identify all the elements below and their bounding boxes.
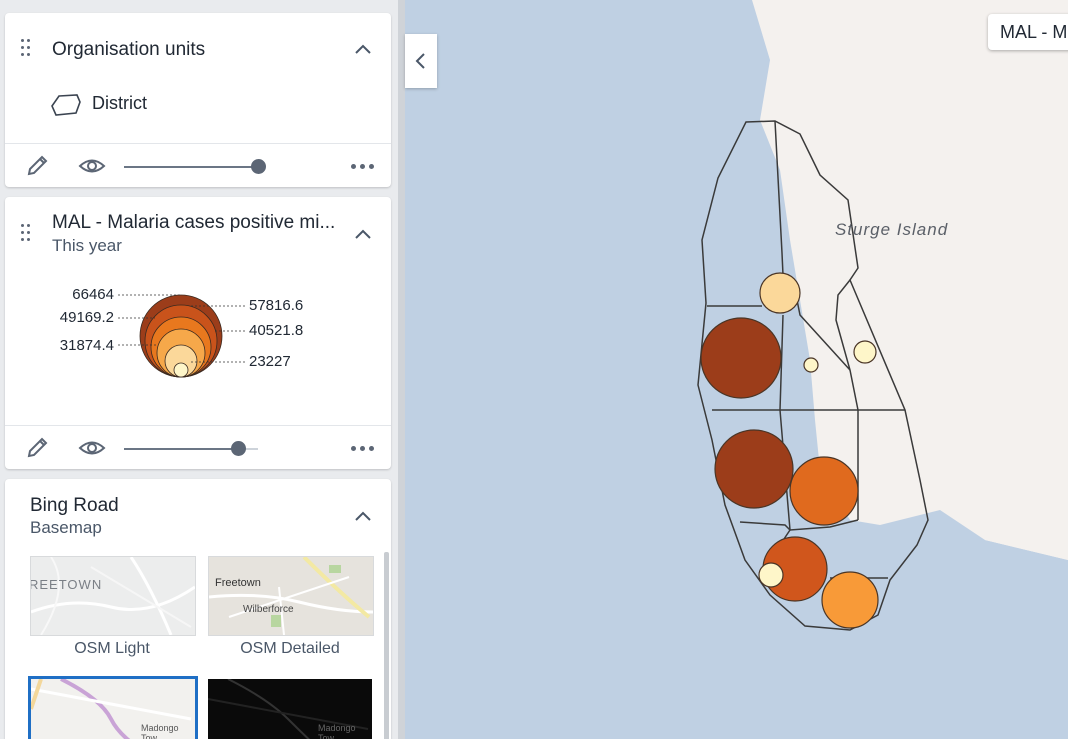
basemap-card: Bing Road Basemap REETOWN OSM Light Free…	[5, 479, 391, 739]
org-units-title: Organisation units	[52, 39, 206, 60]
thumb-text: REETOWN	[30, 577, 103, 592]
legend-label-3: 40521.8	[249, 322, 304, 339]
legend-label-4: 31874.4	[59, 337, 114, 354]
basemap-option-bing-road[interactable]: Madongo Tow	[28, 676, 198, 739]
thumb-text: Freetown	[215, 577, 261, 589]
basemap-option-dark[interactable]: Madongo Tow	[208, 679, 372, 739]
basemap-name-osm-detailed: OSM Detailed	[240, 640, 340, 657]
map-canvas[interactable]: Sturge Island	[405, 0, 1068, 739]
layers-panel: Organisation units District MAL - Malari…	[0, 0, 398, 739]
collapse-panel-button[interactable]	[405, 34, 437, 88]
collapse-chevron-icon[interactable]	[355, 44, 371, 54]
legend-label-1: 57816.6	[249, 297, 304, 314]
polygon-icon	[51, 94, 81, 116]
malaria-title: MAL - Malaria cases positive mi...	[52, 212, 336, 233]
more-options-icon[interactable]	[351, 164, 375, 170]
basemap-subtitle: Basemap	[30, 518, 102, 537]
org-units-toolbar	[5, 143, 391, 188]
legend-label-2: 49169.2	[59, 309, 114, 326]
map-bubble-8[interactable]	[758, 562, 784, 588]
malaria-layer-card: MAL - Malaria cases positive mi... This …	[5, 197, 391, 469]
drag-handle-icon[interactable]	[21, 224, 33, 244]
edit-icon[interactable]	[25, 154, 51, 178]
map-bubble-5[interactable]	[714, 429, 794, 509]
visibility-eye-icon[interactable]	[78, 154, 106, 178]
basemap-title: Bing Road	[30, 495, 119, 516]
district-label: District	[92, 93, 147, 113]
malaria-period: This year	[52, 236, 122, 255]
map-bubble-4[interactable]	[853, 340, 877, 364]
map-bubble-2[interactable]	[700, 317, 782, 399]
chevron-left-icon	[415, 53, 425, 69]
basemap-list-scrollbar[interactable]	[384, 552, 389, 739]
map-bubble-9[interactable]	[821, 571, 879, 629]
panel-scrollbar[interactable]	[398, 0, 405, 739]
map-layer-label: MAL - M	[988, 14, 1068, 50]
edit-icon[interactable]	[25, 436, 51, 460]
opacity-slider[interactable]	[124, 144, 266, 188]
map-bubble-1[interactable]	[759, 272, 801, 314]
map-bubble-6[interactable]	[789, 456, 859, 526]
legend-bubble-6	[173, 362, 189, 378]
more-options-icon[interactable]	[351, 446, 375, 452]
thumb-text: Madongo Tow	[318, 723, 356, 739]
legend-label-min: 23227	[249, 353, 291, 370]
legend-label-max: 66464	[72, 286, 114, 303]
malaria-toolbar	[5, 425, 391, 470]
drag-handle-icon[interactable]	[21, 39, 33, 59]
visibility-eye-icon[interactable]	[78, 436, 106, 460]
collapse-chevron-icon[interactable]	[355, 511, 371, 521]
basemap-option-osm-detailed[interactable]: Freetown Wilberforce	[208, 556, 374, 636]
basemap-option-osm-light[interactable]: REETOWN	[30, 556, 196, 636]
org-units-layer-card: Organisation units District	[5, 13, 391, 187]
collapse-chevron-icon[interactable]	[355, 229, 371, 239]
thumb-text-extra: Wilberforce	[243, 604, 294, 615]
opacity-slider[interactable]	[124, 426, 264, 470]
island-label: Sturge Island	[835, 220, 949, 239]
basemap-name-osm-light: OSM Light	[74, 640, 150, 657]
map-bubble-3[interactable]	[803, 357, 819, 373]
thumb-text: Madongo Tow	[141, 723, 179, 739]
